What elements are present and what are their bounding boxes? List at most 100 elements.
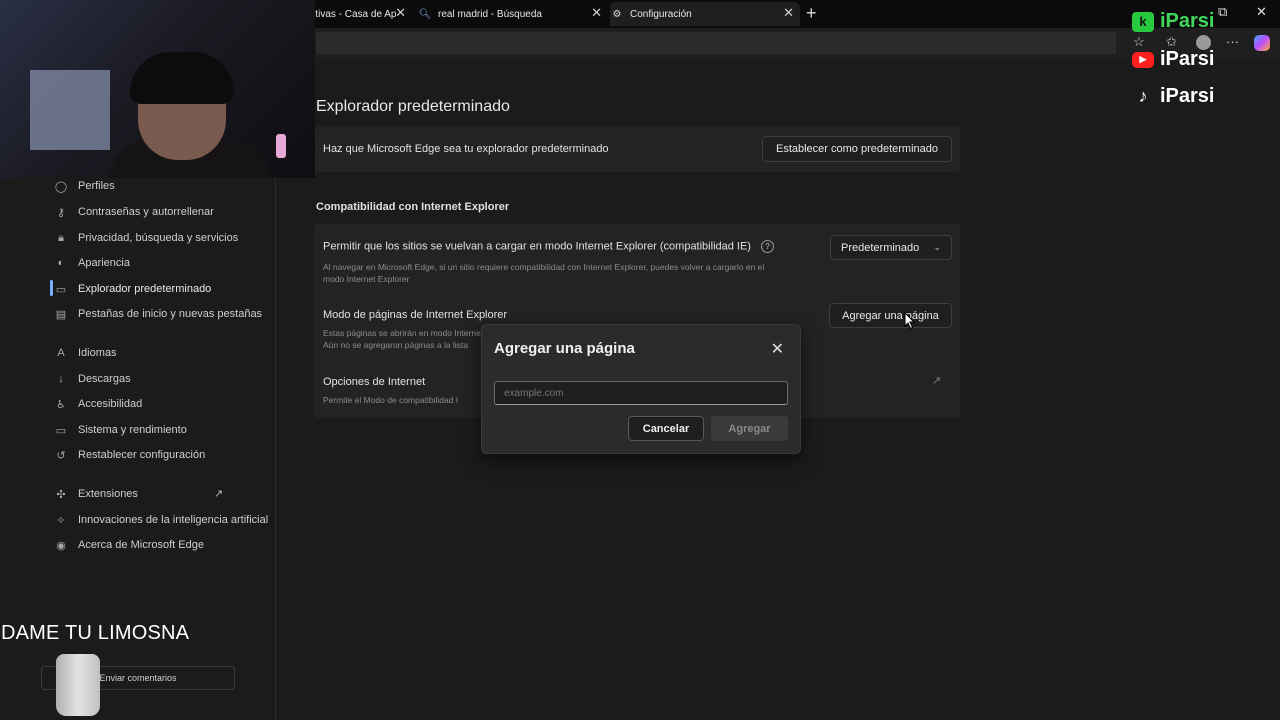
ie-reload-desc-line: modo Internet Explorer (323, 274, 410, 284)
close-icon[interactable]: ✕ (395, 5, 406, 21)
ie-reload-label: Permitir que los sitios se vuelvan a car… (323, 240, 774, 253)
cancel-button[interactable]: Cancelar (628, 416, 704, 441)
tab-casa[interactable]: rtivas - Casa de Ap ✕ (300, 2, 412, 26)
sidebar-item-label: Perfiles (78, 180, 115, 192)
sidebar-item-label: Acerca de Microsoft Edge (78, 539, 204, 551)
ie-pages-desc: Estas páginas se abrirán en modo Interne… (323, 327, 483, 351)
url-input[interactable] (494, 381, 788, 405)
brand-name: iParsi (1160, 85, 1215, 107)
sidebar-item-system[interactable]: ▭ Sistema y rendimiento (52, 420, 187, 440)
ie-reload-text: Permitir que los sitios se vuelvan a car… (323, 240, 751, 253)
copilot-icon[interactable] (1254, 35, 1270, 51)
sidebar-item-languages[interactable]: A Idiomas (52, 343, 117, 363)
sidebar-item-passwords[interactable]: ⚷ Contraseñas y autorrellenar (52, 202, 214, 222)
extension-icon: ✣ (56, 488, 66, 501)
external-link-icon[interactable]: ↗ (932, 374, 941, 387)
sidebar-item-label: Innovaciones de la inteligencia artifici… (78, 514, 269, 526)
appearance-icon: ◐ (57, 257, 65, 269)
internet-options-label: Opciones de Internet (323, 376, 426, 388)
webcam-light (276, 134, 286, 158)
youtube-brand: ▶ iParsi (1132, 48, 1214, 71)
sidebar-item-label: Sistema y rendimiento (78, 424, 187, 436)
external-link-icon: ↗ (214, 488, 224, 500)
tiktok-icon: ♪ (1138, 86, 1148, 106)
sidebar-item-label: Contraseñas y autorrellenar (78, 206, 214, 218)
youtube-icon: ▶ (1132, 51, 1154, 68)
tab-real-madrid[interactable]: 🔍︎ real madrid - Búsqueda ✕ (418, 2, 608, 26)
sidebar-item-label: Extensiones (78, 488, 138, 500)
add-button[interactable]: Agregar (711, 416, 788, 441)
webcam-background (30, 70, 110, 150)
tab-title: Configuración (630, 8, 692, 20)
ie-reload-desc: Al navegar en Microsoft Edge, si un siti… (323, 261, 823, 285)
kick-icon: k (1132, 11, 1154, 32)
webcam-person-hair (130, 52, 234, 104)
browser-icon: ▭ (55, 283, 67, 296)
brand-name: iParsi (1160, 48, 1215, 70)
sidebar-item-downloads[interactable]: ↓ Descargas (52, 369, 131, 389)
sidebar-item-appearance[interactable]: ◐ Apariencia (52, 253, 130, 273)
sidebar-item-default-browser[interactable]: ▭ Explorador predeterminado (52, 279, 212, 299)
tab-title: real madrid - Búsqueda (438, 8, 542, 20)
address-bar[interactable] (316, 32, 1116, 54)
sidebar-item-label: Descargas (78, 373, 131, 385)
tabs-icon: ▤ (55, 308, 67, 321)
page-title: Explorador predeterminado (316, 98, 510, 115)
webcam-overlay (0, 0, 315, 178)
set-default-button[interactable]: Establecer como predeterminado (762, 136, 952, 162)
close-icon[interactable]: ✕ (783, 5, 794, 21)
ie-pages-desc-line: Aún no se agregaron páginas a la lista (323, 340, 469, 350)
language-icon: A (57, 347, 65, 359)
close-icon[interactable]: ✕ (591, 5, 602, 21)
sidebar-item-privacy[interactable]: 🔒︎ Privacidad, búsqueda y servicios (52, 228, 238, 248)
sidebar-item-about[interactable]: ◉ Acerca de Microsoft Edge (52, 535, 204, 555)
ie-pages-label: Modo de páginas de Internet Explorer (323, 309, 508, 321)
dialog-title: Agregar una página (494, 340, 635, 357)
ie-reload-desc-line: Al navegar en Microsoft Edge, si un siti… (323, 262, 765, 272)
tip-jar-icon (56, 654, 100, 716)
sidebar-item-ai[interactable]: ✧ Innovaciones de la inteligencia artifi… (52, 510, 268, 530)
browser-window: rtivas - Casa de Ap ✕ 🔍︎ real madrid - B… (0, 0, 1280, 720)
new-tab-button[interactable]: + (806, 3, 817, 24)
sidebar-item-extensions[interactable]: ✣ Extensiones (52, 484, 138, 504)
key-icon: ⚷ (56, 206, 66, 219)
lock-icon: 🔒︎ (58, 231, 64, 244)
mouse-cursor-icon (904, 312, 916, 330)
more-menu-icon[interactable]: ··· (1226, 34, 1239, 49)
internet-options-desc: Permite el Modo de compatibilidad I (323, 395, 459, 405)
donation-text: DAME TU LIMOSNA (1, 622, 190, 644)
search-icon: 🔍︎ (418, 8, 432, 20)
ai-icon: ✧ (56, 514, 66, 527)
sidebar-item-label: Restablecer configuración (78, 449, 206, 461)
system-icon: ▭ (55, 424, 67, 437)
feedback-label: Enviar comentarios (99, 673, 177, 683)
sidebar-item-start-tabs[interactable]: ▤ Pestañas de inicio y nuevas pestañas (52, 304, 262, 324)
brand-name: iParsi (1160, 10, 1215, 32)
sidebar-item-label: Pestañas de inicio y nuevas pestañas (78, 308, 263, 320)
ie-reload-select-value: Predeterminado (841, 241, 920, 254)
sidebar-item-label: Accesibilidad (78, 398, 143, 410)
tiktok-brand: ♪ iParsi (1132, 85, 1215, 108)
help-icon[interactable]: ? (760, 240, 774, 253)
sidebar-item-reset[interactable]: ↺ Restablecer configuración (52, 445, 205, 465)
close-window-icon[interactable]: ✕ (1256, 4, 1267, 20)
ie-reload-select[interactable]: Predeterminado ⌄ (830, 235, 952, 260)
sidebar-item-perfiles[interactable]: ◯ Perfiles (52, 176, 115, 196)
edge-icon: ◉ (56, 539, 66, 552)
tab-configuracion[interactable]: ⚙ Configuración ✕ (610, 2, 800, 26)
ie-pages-desc-line: Estas páginas se abrirán en modo Interne… (323, 328, 483, 338)
ie-section-title: Compatibilidad con Internet Explorer (316, 201, 510, 213)
sidebar-item-label: Privacidad, búsqueda y servicios (78, 232, 239, 244)
download-icon: ↓ (58, 373, 64, 385)
restore-window-icon[interactable]: ⧉ (1218, 4, 1227, 20)
close-icon[interactable]: ✕ (771, 339, 784, 359)
sidebar-item-accessibility[interactable]: ♿︎ Accesibilidad (52, 394, 142, 414)
default-row-label: Haz que Microsoft Edge sea tu explorador… (323, 143, 609, 155)
sidebar-item-label: Explorador predeterminado (78, 283, 212, 295)
sidebar-item-label: Idiomas (78, 347, 117, 359)
gear-icon: ⚙ (612, 8, 622, 20)
add-ie-page-button[interactable]: Agregar una página (829, 303, 952, 328)
chevron-down-icon: ⌄ (933, 242, 941, 252)
accessibility-icon: ♿︎ (56, 398, 66, 411)
add-page-dialog: Agregar una página ✕ Cancelar Agregar (481, 324, 801, 454)
